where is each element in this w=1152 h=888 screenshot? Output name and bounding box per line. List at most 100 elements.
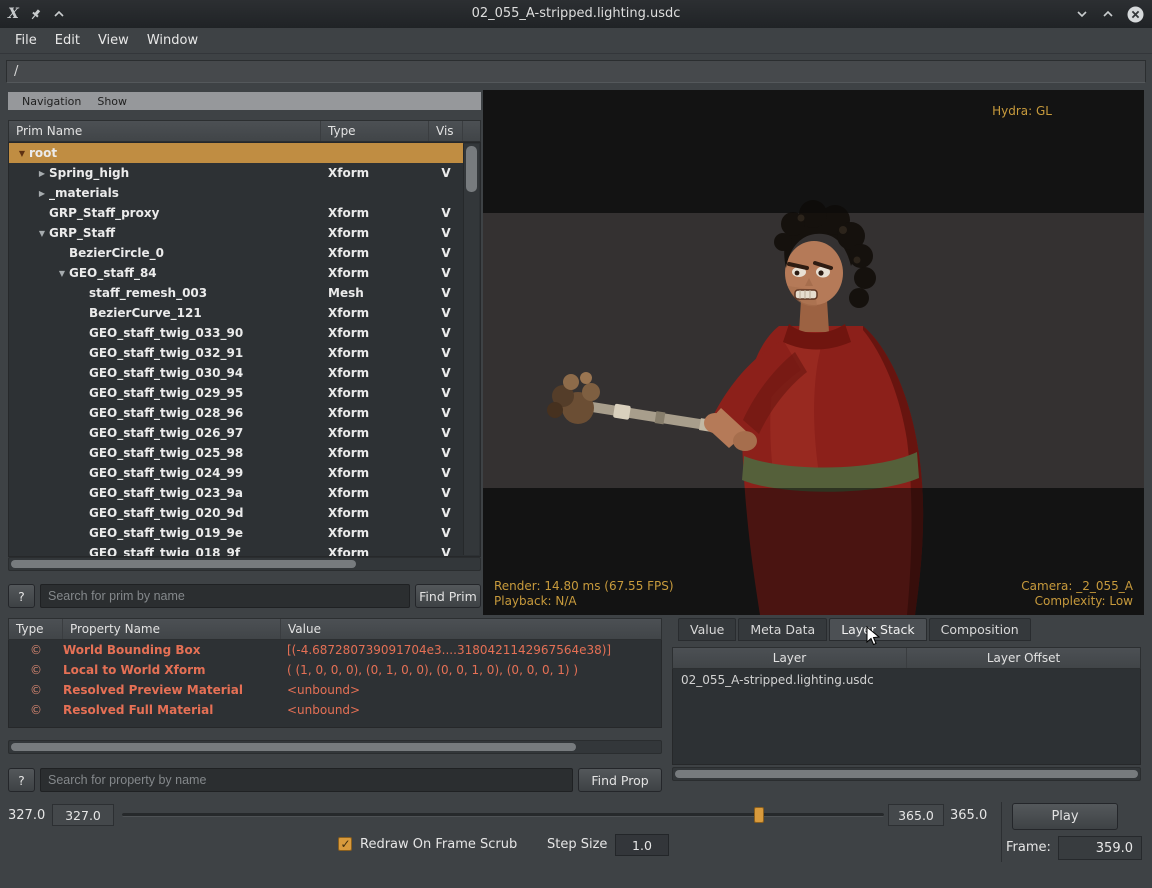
prim-path-field[interactable]: / xyxy=(6,60,1146,83)
prim-name-cell[interactable]: GEO_staff_twig_019_9e xyxy=(9,526,321,540)
tab-meta-data[interactable]: Meta Data xyxy=(738,618,827,641)
prim-name-cell[interactable]: BezierCircle_0 xyxy=(9,246,321,260)
prim-name-cell[interactable]: staff_remesh_003 xyxy=(9,286,321,300)
prim-vis-toggle[interactable]: V xyxy=(429,166,463,180)
col-layer-offset[interactable]: Layer Offset xyxy=(907,648,1140,668)
prim-vis-toggle[interactable]: V xyxy=(429,386,463,400)
prim-name-cell[interactable]: GEO_staff_twig_032_91 xyxy=(9,346,321,360)
viewport[interactable]: Hydra: GL Render: 14.80 ms (67.55 FPS) P… xyxy=(483,90,1144,615)
prim-name-cell[interactable]: GEO_staff_twig_023_9a xyxy=(9,486,321,500)
expand-arrow-icon[interactable]: ▼ xyxy=(35,229,49,238)
prim-tree[interactable]: ▼root ▶Spring_high Xform V ▶_materials G… xyxy=(8,142,481,557)
prim-name-cell[interactable]: ▼GRP_Staff xyxy=(9,226,321,240)
prim-name-cell[interactable]: GEO_staff_twig_026_97 xyxy=(9,426,321,440)
prim-vis-toggle[interactable]: V xyxy=(429,406,463,420)
property-search-input[interactable] xyxy=(40,768,573,792)
col-prim-name[interactable]: Prim Name xyxy=(9,121,321,141)
find-prop-button[interactable]: Find Prop xyxy=(578,768,662,792)
prim-row[interactable]: GEO_staff_twig_023_9a Xform V xyxy=(9,483,463,503)
tree-vscroll-thumb[interactable] xyxy=(466,146,477,192)
expand-arrow-icon[interactable]: ▶ xyxy=(35,189,49,198)
menu-file[interactable]: File xyxy=(6,28,46,54)
layer-hscrollbar[interactable] xyxy=(672,767,1141,781)
prim-vis-toggle[interactable]: V xyxy=(429,326,463,340)
property-row[interactable]: © Local to World Xform ( (1, 0, 0, 0), (… xyxy=(9,660,661,680)
prim-name-cell[interactable]: GEO_staff_twig_033_90 xyxy=(9,326,321,340)
play-button[interactable]: Play xyxy=(1012,803,1118,830)
col-type[interactable]: Type xyxy=(321,121,429,141)
maximize-icon[interactable] xyxy=(1101,8,1115,20)
prim-row[interactable]: GEO_staff_twig_029_95 Xform V xyxy=(9,383,463,403)
prim-row[interactable]: ▼root xyxy=(9,143,463,163)
prim-vis-toggle[interactable]: V xyxy=(429,206,463,220)
titlebar[interactable]: 02_055_A-stripped.lighting.usdc X xyxy=(0,0,1152,28)
prim-vis-toggle[interactable]: V xyxy=(429,506,463,520)
property-hscroll-thumb[interactable] xyxy=(11,743,576,751)
prim-vis-toggle[interactable]: V xyxy=(429,346,463,360)
expand-arrow-icon[interactable]: ▼ xyxy=(15,149,29,158)
prim-name-cell[interactable]: GEO_staff_twig_030_94 xyxy=(9,366,321,380)
redraw-checkbox[interactable] xyxy=(338,837,352,851)
prim-row[interactable]: ▶_materials xyxy=(9,183,463,203)
timeline-slider[interactable] xyxy=(122,806,884,824)
prim-name-cell[interactable]: ▶Spring_high xyxy=(9,166,321,180)
prim-vis-toggle[interactable]: V xyxy=(429,226,463,240)
range-end-field[interactable]: 365.0 xyxy=(888,804,944,826)
prim-name-cell[interactable]: GEO_staff_twig_020_9d xyxy=(9,506,321,520)
pin-icon[interactable] xyxy=(29,8,42,21)
prim-row[interactable]: ▶Spring_high Xform V xyxy=(9,163,463,183)
close-button[interactable] xyxy=(1127,6,1144,23)
col-property-type[interactable]: Type xyxy=(9,619,63,639)
property-row[interactable]: © Resolved Preview Material <unbound> xyxy=(9,680,661,700)
prim-vis-toggle[interactable]: V xyxy=(429,426,463,440)
layer-table[interactable]: 02_055_A-stripped.lighting.usdc xyxy=(672,669,1141,765)
tab-layer-stack[interactable]: Layer Stack xyxy=(829,618,926,641)
tree-vscrollbar[interactable] xyxy=(463,144,479,555)
prim-row[interactable]: GEO_staff_twig_018_9f Xform V xyxy=(9,543,463,557)
prim-name-cell[interactable]: ▶_materials xyxy=(9,186,321,200)
col-layer[interactable]: Layer xyxy=(673,648,907,668)
menu-window[interactable]: Window xyxy=(138,28,207,54)
property-row[interactable]: © Resolved Full Material <unbound> xyxy=(9,700,661,720)
prim-row[interactable]: GEO_staff_twig_026_97 Xform V xyxy=(9,423,463,443)
prim-search-input[interactable] xyxy=(40,584,410,608)
prim-name-cell[interactable]: GEO_staff_twig_029_95 xyxy=(9,386,321,400)
titlebar-menu-chevron-icon[interactable] xyxy=(1075,8,1089,20)
property-table[interactable]: © World Bounding Box [(-4.68728073909170… xyxy=(8,640,662,728)
tab-composition[interactable]: Composition xyxy=(929,618,1031,641)
step-size-field[interactable]: 1.0 xyxy=(615,834,669,856)
prim-row[interactable]: staff_remesh_003 Mesh V xyxy=(9,283,463,303)
prim-vis-toggle[interactable]: V xyxy=(429,246,463,260)
prim-row[interactable]: GEO_staff_twig_032_91 Xform V xyxy=(9,343,463,363)
frame-field[interactable]: 359.0 xyxy=(1058,836,1142,860)
prim-vis-toggle[interactable]: V xyxy=(429,466,463,480)
property-help-button[interactable]: ? xyxy=(8,768,35,792)
prim-name-cell[interactable]: GEO_staff_twig_024_99 xyxy=(9,466,321,480)
prim-vis-toggle[interactable]: V xyxy=(429,286,463,300)
prim-row[interactable]: GEO_staff_twig_033_90 Xform V xyxy=(9,323,463,343)
prim-row[interactable]: GEO_staff_twig_025_98 Xform V xyxy=(9,443,463,463)
prim-row[interactable]: BezierCurve_121 Xform V xyxy=(9,303,463,323)
col-property-name[interactable]: Property Name xyxy=(63,619,281,639)
prim-name-cell[interactable]: GRP_Staff_proxy xyxy=(9,206,321,220)
timeline-groove[interactable] xyxy=(122,813,884,817)
prim-vis-toggle[interactable]: V xyxy=(429,486,463,500)
menu-view[interactable]: View xyxy=(89,28,138,54)
layer-hscroll-thumb[interactable] xyxy=(675,770,1138,778)
prim-name-cell[interactable]: GEO_staff_twig_025_98 xyxy=(9,446,321,460)
property-row[interactable]: © World Bounding Box [(-4.68728073909170… xyxy=(9,640,661,660)
prim-help-button[interactable]: ? xyxy=(8,584,35,608)
prim-name-cell[interactable]: GEO_staff_twig_028_96 xyxy=(9,406,321,420)
range-start-field[interactable]: 327.0 xyxy=(52,804,114,826)
prim-row[interactable]: GEO_staff_twig_024_99 Xform V xyxy=(9,463,463,483)
prim-row[interactable]: GEO_staff_twig_019_9e Xform V xyxy=(9,523,463,543)
prim-vis-toggle[interactable]: V xyxy=(429,546,463,557)
prim-vis-toggle[interactable]: V xyxy=(429,446,463,460)
shade-window-icon[interactable] xyxy=(52,8,66,20)
col-vis[interactable]: Vis xyxy=(429,121,463,141)
prim-row[interactable]: GEO_staff_twig_030_94 Xform V xyxy=(9,363,463,383)
find-prim-button[interactable]: Find Prim xyxy=(415,584,481,608)
prim-row[interactable]: GEO_staff_twig_020_9d Xform V xyxy=(9,503,463,523)
tab-value[interactable]: Value xyxy=(678,618,736,641)
tree-menu-navigation[interactable]: Navigation xyxy=(16,95,87,108)
